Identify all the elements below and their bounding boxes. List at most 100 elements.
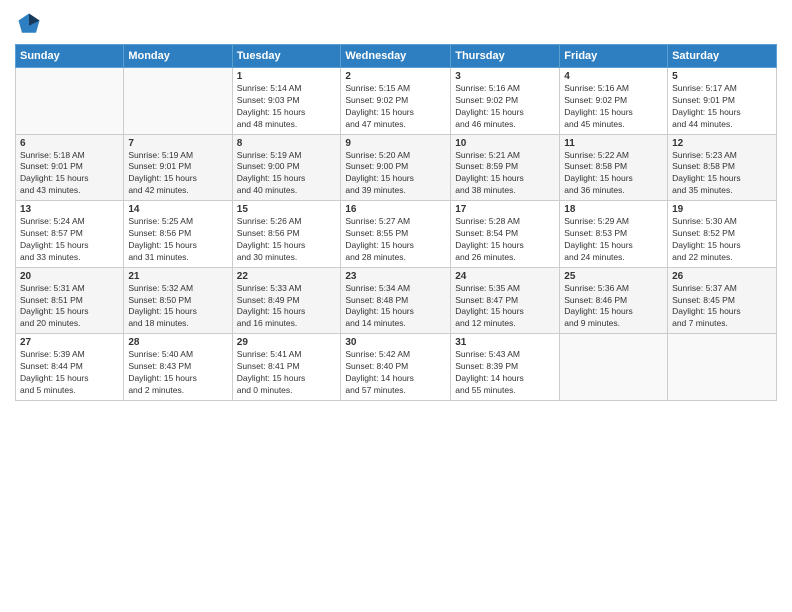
day-number: 13 <box>20 204 119 215</box>
calendar-cell: 20Sunrise: 5:31 AM Sunset: 8:51 PM Dayli… <box>16 267 124 334</box>
day-number: 23 <box>345 271 446 282</box>
day-info: Sunrise: 5:30 AM Sunset: 8:52 PM Dayligh… <box>672 216 772 264</box>
day-info: Sunrise: 5:28 AM Sunset: 8:54 PM Dayligh… <box>455 216 555 264</box>
weekday-header: Wednesday <box>341 45 451 68</box>
calendar-cell: 22Sunrise: 5:33 AM Sunset: 8:49 PM Dayli… <box>232 267 341 334</box>
logo <box>15 10 47 38</box>
day-number: 9 <box>345 138 446 149</box>
day-info: Sunrise: 5:41 AM Sunset: 8:41 PM Dayligh… <box>237 349 337 397</box>
day-number: 8 <box>237 138 337 149</box>
day-number: 16 <box>345 204 446 215</box>
calendar-cell: 14Sunrise: 5:25 AM Sunset: 8:56 PM Dayli… <box>124 201 232 268</box>
calendar-cell: 19Sunrise: 5:30 AM Sunset: 8:52 PM Dayli… <box>668 201 777 268</box>
day-number: 29 <box>237 337 337 348</box>
day-number: 2 <box>345 71 446 82</box>
calendar-cell: 5Sunrise: 5:17 AM Sunset: 9:01 PM Daylig… <box>668 68 777 135</box>
calendar-table: SundayMondayTuesdayWednesdayThursdayFrid… <box>15 44 777 401</box>
calendar-cell: 29Sunrise: 5:41 AM Sunset: 8:41 PM Dayli… <box>232 334 341 401</box>
calendar-cell: 28Sunrise: 5:40 AM Sunset: 8:43 PM Dayli… <box>124 334 232 401</box>
calendar-cell <box>668 334 777 401</box>
day-number: 10 <box>455 138 555 149</box>
day-number: 26 <box>672 271 772 282</box>
calendar-cell: 3Sunrise: 5:16 AM Sunset: 9:02 PM Daylig… <box>451 68 560 135</box>
calendar-cell: 9Sunrise: 5:20 AM Sunset: 9:00 PM Daylig… <box>341 134 451 201</box>
weekday-header: Thursday <box>451 45 560 68</box>
header <box>15 10 777 38</box>
calendar-cell: 31Sunrise: 5:43 AM Sunset: 8:39 PM Dayli… <box>451 334 560 401</box>
weekday-header: Saturday <box>668 45 777 68</box>
weekday-header: Sunday <box>16 45 124 68</box>
day-info: Sunrise: 5:40 AM Sunset: 8:43 PM Dayligh… <box>128 349 227 397</box>
day-info: Sunrise: 5:26 AM Sunset: 8:56 PM Dayligh… <box>237 216 337 264</box>
day-number: 20 <box>20 271 119 282</box>
day-number: 27 <box>20 337 119 348</box>
day-number: 17 <box>455 204 555 215</box>
day-info: Sunrise: 5:29 AM Sunset: 8:53 PM Dayligh… <box>564 216 663 264</box>
day-number: 24 <box>455 271 555 282</box>
day-info: Sunrise: 5:33 AM Sunset: 8:49 PM Dayligh… <box>237 283 337 331</box>
day-info: Sunrise: 5:19 AM Sunset: 9:00 PM Dayligh… <box>237 150 337 198</box>
calendar-cell: 1Sunrise: 5:14 AM Sunset: 9:03 PM Daylig… <box>232 68 341 135</box>
calendar-cell: 24Sunrise: 5:35 AM Sunset: 8:47 PM Dayli… <box>451 267 560 334</box>
calendar-cell: 10Sunrise: 5:21 AM Sunset: 8:59 PM Dayli… <box>451 134 560 201</box>
day-number: 25 <box>564 271 663 282</box>
calendar-header-row: SundayMondayTuesdayWednesdayThursdayFrid… <box>16 45 777 68</box>
day-number: 22 <box>237 271 337 282</box>
logo-icon <box>15 10 43 38</box>
calendar-cell: 12Sunrise: 5:23 AM Sunset: 8:58 PM Dayli… <box>668 134 777 201</box>
day-number: 4 <box>564 71 663 82</box>
day-info: Sunrise: 5:25 AM Sunset: 8:56 PM Dayligh… <box>128 216 227 264</box>
day-number: 14 <box>128 204 227 215</box>
day-number: 1 <box>237 71 337 82</box>
day-info: Sunrise: 5:31 AM Sunset: 8:51 PM Dayligh… <box>20 283 119 331</box>
day-number: 7 <box>128 138 227 149</box>
day-number: 11 <box>564 138 663 149</box>
calendar-cell: 11Sunrise: 5:22 AM Sunset: 8:58 PM Dayli… <box>560 134 668 201</box>
calendar-week-row: 1Sunrise: 5:14 AM Sunset: 9:03 PM Daylig… <box>16 68 777 135</box>
calendar-cell: 6Sunrise: 5:18 AM Sunset: 9:01 PM Daylig… <box>16 134 124 201</box>
calendar-cell: 7Sunrise: 5:19 AM Sunset: 9:01 PM Daylig… <box>124 134 232 201</box>
calendar-cell: 4Sunrise: 5:16 AM Sunset: 9:02 PM Daylig… <box>560 68 668 135</box>
day-info: Sunrise: 5:39 AM Sunset: 8:44 PM Dayligh… <box>20 349 119 397</box>
calendar-cell: 18Sunrise: 5:29 AM Sunset: 8:53 PM Dayli… <box>560 201 668 268</box>
day-info: Sunrise: 5:18 AM Sunset: 9:01 PM Dayligh… <box>20 150 119 198</box>
day-info: Sunrise: 5:24 AM Sunset: 8:57 PM Dayligh… <box>20 216 119 264</box>
calendar-cell: 21Sunrise: 5:32 AM Sunset: 8:50 PM Dayli… <box>124 267 232 334</box>
day-info: Sunrise: 5:36 AM Sunset: 8:46 PM Dayligh… <box>564 283 663 331</box>
calendar-cell: 25Sunrise: 5:36 AM Sunset: 8:46 PM Dayli… <box>560 267 668 334</box>
calendar-cell <box>124 68 232 135</box>
day-number: 31 <box>455 337 555 348</box>
calendar-cell: 23Sunrise: 5:34 AM Sunset: 8:48 PM Dayli… <box>341 267 451 334</box>
day-number: 21 <box>128 271 227 282</box>
weekday-header: Monday <box>124 45 232 68</box>
calendar-cell: 2Sunrise: 5:15 AM Sunset: 9:02 PM Daylig… <box>341 68 451 135</box>
day-info: Sunrise: 5:14 AM Sunset: 9:03 PM Dayligh… <box>237 83 337 131</box>
day-info: Sunrise: 5:19 AM Sunset: 9:01 PM Dayligh… <box>128 150 227 198</box>
calendar-week-row: 27Sunrise: 5:39 AM Sunset: 8:44 PM Dayli… <box>16 334 777 401</box>
day-info: Sunrise: 5:27 AM Sunset: 8:55 PM Dayligh… <box>345 216 446 264</box>
calendar-cell: 17Sunrise: 5:28 AM Sunset: 8:54 PM Dayli… <box>451 201 560 268</box>
calendar-cell: 8Sunrise: 5:19 AM Sunset: 9:00 PM Daylig… <box>232 134 341 201</box>
calendar-cell: 26Sunrise: 5:37 AM Sunset: 8:45 PM Dayli… <box>668 267 777 334</box>
calendar-week-row: 13Sunrise: 5:24 AM Sunset: 8:57 PM Dayli… <box>16 201 777 268</box>
calendar-cell: 15Sunrise: 5:26 AM Sunset: 8:56 PM Dayli… <box>232 201 341 268</box>
calendar-cell <box>560 334 668 401</box>
calendar-week-row: 6Sunrise: 5:18 AM Sunset: 9:01 PM Daylig… <box>16 134 777 201</box>
day-info: Sunrise: 5:34 AM Sunset: 8:48 PM Dayligh… <box>345 283 446 331</box>
day-info: Sunrise: 5:43 AM Sunset: 8:39 PM Dayligh… <box>455 349 555 397</box>
day-info: Sunrise: 5:32 AM Sunset: 8:50 PM Dayligh… <box>128 283 227 331</box>
weekday-header: Friday <box>560 45 668 68</box>
day-info: Sunrise: 5:42 AM Sunset: 8:40 PM Dayligh… <box>345 349 446 397</box>
day-number: 15 <box>237 204 337 215</box>
day-number: 6 <box>20 138 119 149</box>
calendar-cell: 13Sunrise: 5:24 AM Sunset: 8:57 PM Dayli… <box>16 201 124 268</box>
calendar-week-row: 20Sunrise: 5:31 AM Sunset: 8:51 PM Dayli… <box>16 267 777 334</box>
day-number: 19 <box>672 204 772 215</box>
page: SundayMondayTuesdayWednesdayThursdayFrid… <box>0 0 792 612</box>
day-info: Sunrise: 5:35 AM Sunset: 8:47 PM Dayligh… <box>455 283 555 331</box>
day-number: 28 <box>128 337 227 348</box>
day-number: 18 <box>564 204 663 215</box>
day-info: Sunrise: 5:22 AM Sunset: 8:58 PM Dayligh… <box>564 150 663 198</box>
weekday-header: Tuesday <box>232 45 341 68</box>
day-info: Sunrise: 5:17 AM Sunset: 9:01 PM Dayligh… <box>672 83 772 131</box>
